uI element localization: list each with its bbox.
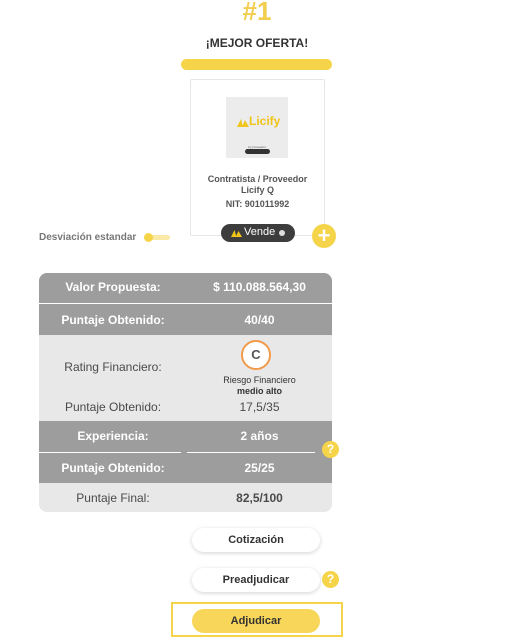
preadjudicar-button[interactable]: Preadjudicar <box>192 568 320 592</box>
provider-name: Licify Q <box>240 185 274 195</box>
row-divider <box>39 303 332 304</box>
best-offer-title: ¡MEJOR OFERTA! <box>205 36 309 50</box>
final-score-label: Puntaje Final: <box>76 491 150 505</box>
licify-mark-icon <box>237 119 249 127</box>
logo-chip <box>245 149 270 154</box>
puntaje-valor-value: 40/40 <box>244 313 275 327</box>
deviation-label: Desviación estandar <box>39 232 137 243</box>
adjudicar-button[interactable]: Adjudicar <box>192 609 320 633</box>
vende-dot-icon <box>279 230 285 236</box>
cotizacion-button[interactable]: Cotización <box>192 528 320 552</box>
evaluation-table: Valor Propuesta: $ 110.088.564,30 Puntaj… <box>39 273 332 512</box>
provider-type-line1: Contratista / Proveedor <box>207 174 308 184</box>
final-score-block: Puntaje Final: 82,5/100 <box>39 483 332 512</box>
valor-value: $ 110.088.564,30 <box>213 280 306 294</box>
final-score-value: 82,5/100 <box>236 491 283 505</box>
provider-card: Licify by proveedor Contratista / Provee… <box>190 79 325 236</box>
toggle-knob <box>144 233 153 242</box>
add-icon[interactable]: + <box>312 224 336 248</box>
deviation-toggle[interactable] <box>144 233 170 242</box>
rating-grade-badge: C <box>241 340 271 370</box>
provider-logo: Licify by proveedor <box>226 97 288 158</box>
puntaje-experiencia-value: 25/25 <box>244 461 275 475</box>
risk-info: Riesgo Financiero medio alto <box>187 375 332 397</box>
experience-help-icon[interactable]: ? <box>322 441 339 458</box>
rating-block: Rating Financiero: C Riesgo Financiero m… <box>39 335 332 421</box>
experiencia-value: 2 años <box>240 429 279 443</box>
licify-mark-icon <box>231 230 242 237</box>
highlight-bar <box>181 59 332 70</box>
provider-type: Contratista / Proveedor Licify Q <box>191 174 324 196</box>
proposal-block: Valor Propuesta: $ 110.088.564,30 Puntaj… <box>39 273 332 335</box>
row-divider <box>39 452 181 453</box>
puntaje-experiencia-label: Puntaje Obtenido: <box>61 461 165 475</box>
rating-label: Rating Financiero: <box>64 360 162 374</box>
puntaje-valor-label: Puntaje Obtenido: <box>61 313 165 327</box>
provider-nit: NIT: 901011992 <box>225 199 290 209</box>
preadjudicar-help-icon[interactable]: ? <box>322 571 339 588</box>
logo-text: Licify <box>249 114 281 128</box>
risk-label: Riesgo Financiero <box>223 375 296 385</box>
row-divider <box>187 452 315 453</box>
experiencia-label: Experiencia: <box>77 429 149 443</box>
experience-block: Experiencia: 2 años Puntaje Obtenido: 25… <box>39 421 332 483</box>
risk-level: medio alto <box>236 386 282 396</box>
vende-badge[interactable]: Vende <box>221 224 295 242</box>
puntaje-rating-value: 17,5/35 <box>239 400 280 414</box>
rank-number: #1 <box>242 0 272 26</box>
puntaje-rating-label: Puntaje Obtenido: <box>64 400 162 414</box>
valor-label: Valor Propuesta: <box>65 280 161 294</box>
vende-label: Vende <box>244 226 276 238</box>
